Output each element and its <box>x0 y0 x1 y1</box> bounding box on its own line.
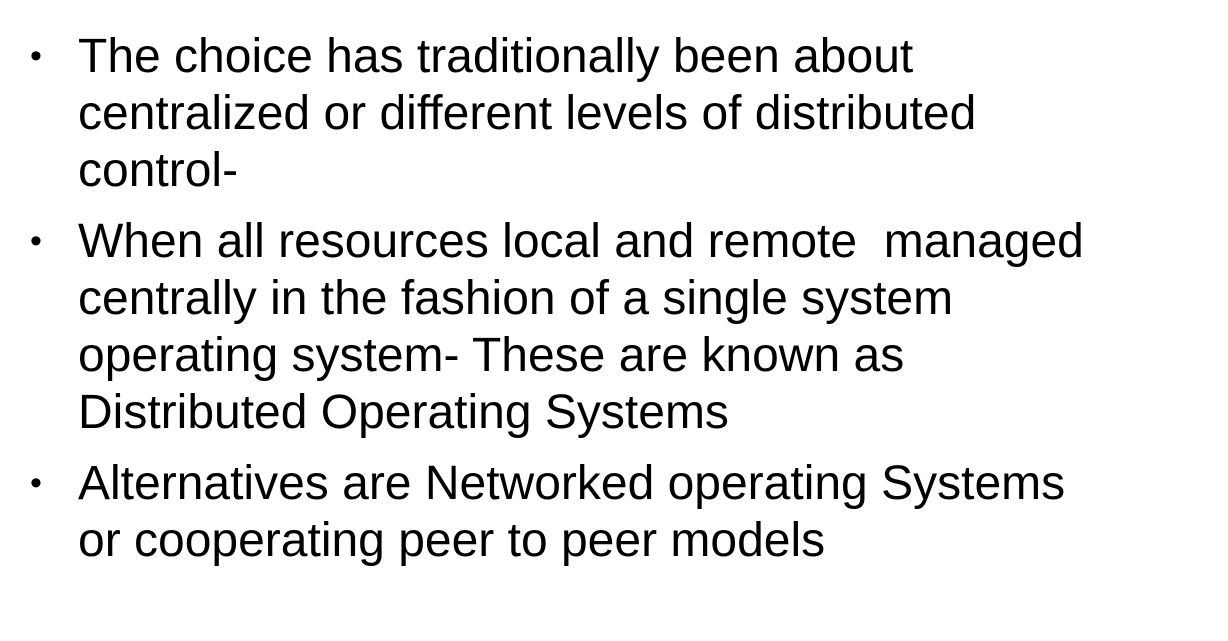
bullet-item: • Alternatives are Networked operating S… <box>22 455 1212 569</box>
bullet-item: • The choice has traditionally been abou… <box>22 28 1212 199</box>
bullet-item: • When all resources local and remote ma… <box>22 213 1212 441</box>
bullet-marker: • <box>30 222 42 260</box>
bullet-text-line: operating system- These are known as <box>78 329 905 382</box>
bullet-text-line: The choice has traditionally been about <box>78 30 914 83</box>
bullet-text-line: Distributed Operating Systems <box>78 386 729 439</box>
bullet-text-line: Alternatives are Networked operating Sys… <box>78 457 1066 510</box>
bullet-marker: • <box>30 464 42 502</box>
bullet-text-line: control- <box>78 144 239 197</box>
bullet-text-line: When all resources local and remote mana… <box>78 215 1084 268</box>
bullet-text-line: centrally in the fashion of a single sys… <box>78 272 954 325</box>
bullet-text-line: centralized or different levels of distr… <box>78 87 977 140</box>
bullet-marker: • <box>30 37 42 75</box>
bullet-text-line: or cooperating peer to peer models <box>78 514 826 567</box>
bullet-list: • The choice has traditionally been abou… <box>22 28 1212 569</box>
slide-canvas: • The choice has traditionally been abou… <box>0 0 1228 641</box>
